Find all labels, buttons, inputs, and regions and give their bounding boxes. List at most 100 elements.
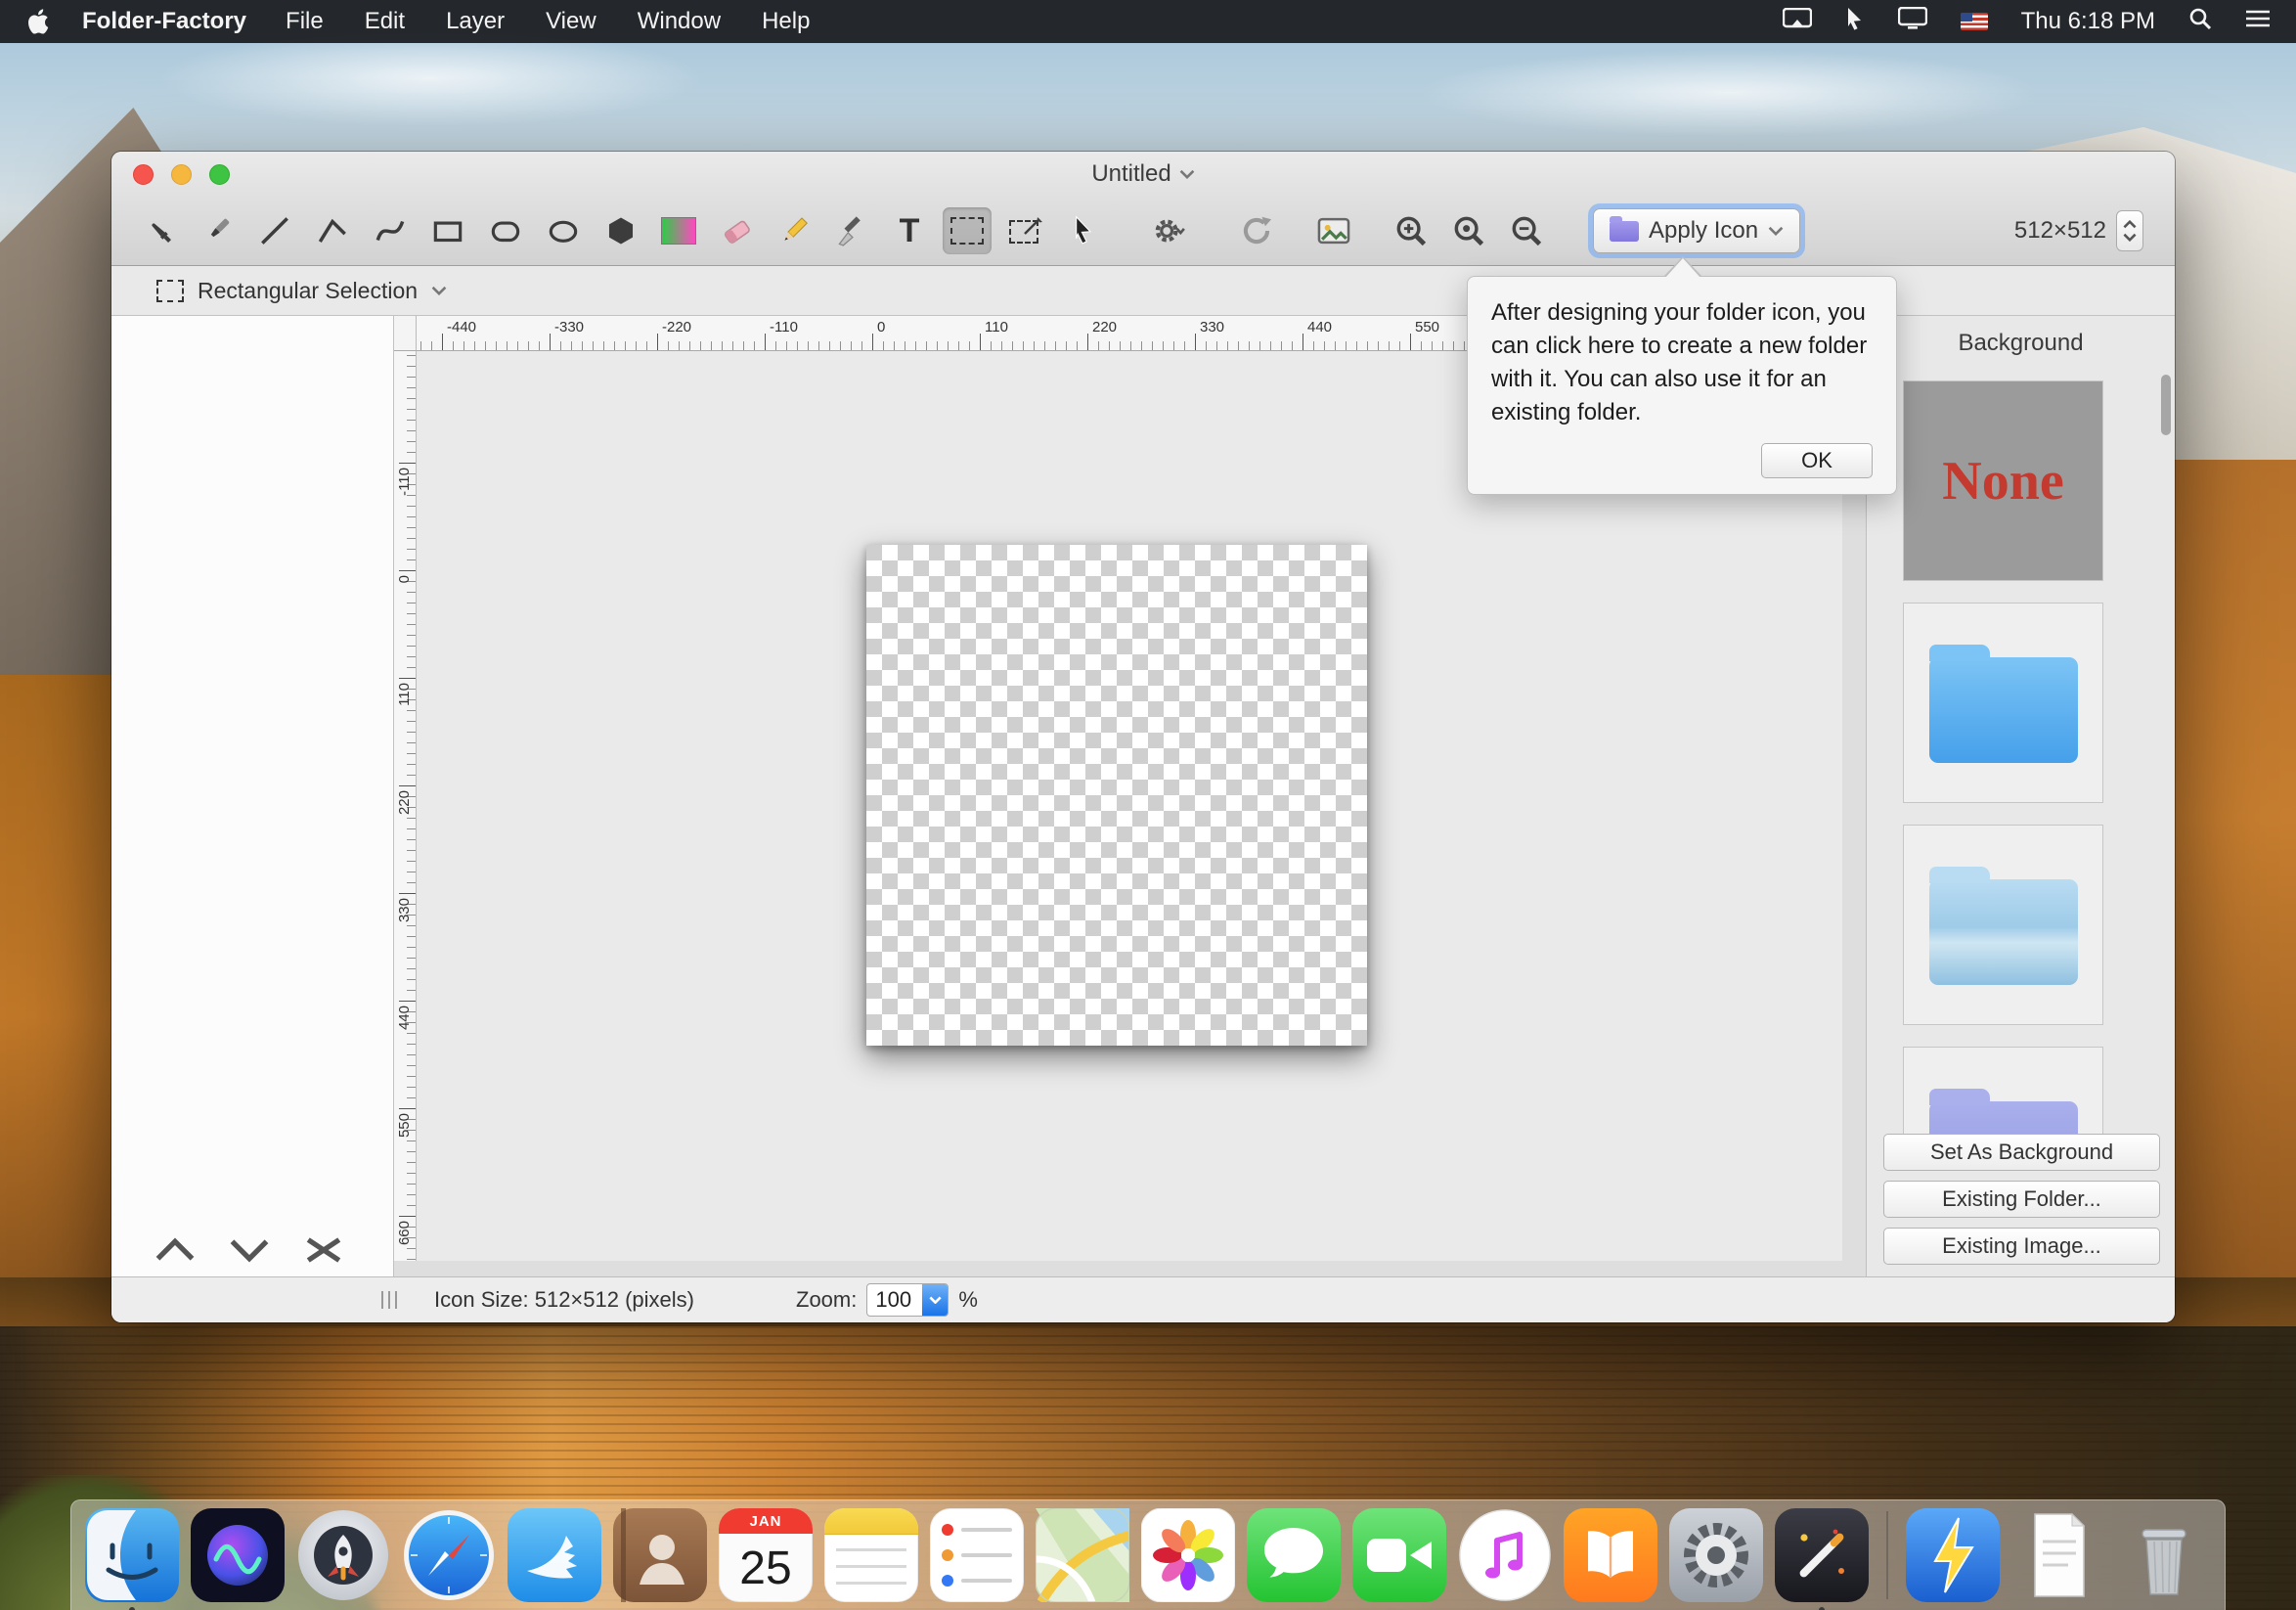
curve-tool[interactable]: [366, 207, 415, 254]
layers-panel[interactable]: [111, 316, 394, 1276]
pointer-icon[interactable]: [1845, 7, 1865, 37]
icon-size-control[interactable]: 512×512: [2014, 210, 2143, 251]
line-tool[interactable]: [250, 207, 299, 254]
menu-layer[interactable]: Layer: [446, 8, 505, 35]
dock-photos[interactable]: [1141, 1508, 1235, 1602]
knife-tool[interactable]: [827, 207, 876, 254]
background-thumb-image-folder[interactable]: [1903, 825, 2103, 1025]
window-title-menu[interactable]: Untitled: [1091, 160, 1194, 188]
move-up-button[interactable]: [155, 1235, 196, 1265]
existing-folder-button[interactable]: Existing Folder...: [1883, 1181, 2160, 1218]
status-bar: Icon Size: 512×512 (pixels) Zoom: 100 %: [111, 1276, 2175, 1322]
icon-size-value: 512×512: [2014, 217, 2106, 245]
menu-file[interactable]: File: [286, 8, 324, 35]
dock-safari[interactable]: [402, 1508, 496, 1602]
monitor-icon[interactable]: [1898, 7, 1927, 37]
ellipse-tool[interactable]: [539, 207, 588, 254]
dock: JAN 25: [70, 1499, 2226, 1610]
zoom-window-button[interactable]: [209, 164, 230, 185]
polygon-tool[interactable]: [596, 207, 645, 254]
traffic-lights: [133, 152, 230, 197]
brush-tool[interactable]: [193, 207, 242, 254]
dock-facetime[interactable]: [1352, 1508, 1446, 1602]
dock-maps[interactable]: [1036, 1508, 1129, 1602]
dock-messages[interactable]: [1247, 1508, 1341, 1602]
menu-view[interactable]: View: [546, 8, 596, 35]
eraser-tool[interactable]: [712, 207, 761, 254]
dock-mail[interactable]: [508, 1508, 601, 1602]
ruler-left: -1100110220330440550660: [394, 351, 417, 1261]
dock-ibooks[interactable]: [1564, 1508, 1657, 1602]
chevron-up-icon: [2123, 220, 2137, 229]
arrow-tool[interactable]: [1058, 207, 1107, 254]
pencil-tool[interactable]: [770, 207, 818, 254]
dock-folder-factory[interactable]: [1775, 1508, 1869, 1602]
menu-bar-status-area: Thu 6:18 PM: [1783, 7, 2296, 37]
zoom-out-button[interactable]: [1502, 207, 1551, 254]
screen: Folder-Factory File Edit Layer View Wind…: [0, 0, 2296, 1610]
tooltip-ok-button[interactable]: OK: [1761, 443, 1873, 478]
rect-select-tool[interactable]: [943, 207, 992, 254]
menu-help[interactable]: Help: [762, 8, 810, 35]
dock-contacts[interactable]: [613, 1508, 707, 1602]
set-as-background-button[interactable]: Set As Background: [1883, 1134, 2160, 1171]
menu-window[interactable]: Window: [638, 8, 721, 35]
menu-edit[interactable]: Edit: [365, 8, 405, 35]
eyedropper-tool[interactable]: [135, 207, 184, 254]
polyline-tool[interactable]: [308, 207, 357, 254]
window-chrome: Untitled: [111, 152, 2175, 266]
dock-reminders[interactable]: [930, 1508, 1024, 1602]
dock-itunes[interactable]: [1458, 1508, 1552, 1602]
dock-lightning[interactable]: [1906, 1508, 2000, 1602]
app-menu-title[interactable]: Folder-Factory: [82, 8, 246, 35]
rotate-button[interactable]: [1232, 207, 1281, 254]
apply-icon-label: Apply Icon: [1649, 217, 1758, 245]
dock-system-preferences[interactable]: [1669, 1508, 1763, 1602]
minimize-button[interactable]: [171, 164, 192, 185]
zoom-value[interactable]: 100: [867, 1284, 922, 1316]
background-thumb-none[interactable]: None: [1903, 380, 2103, 581]
dock-notes[interactable]: [824, 1508, 918, 1602]
text-tool[interactable]: T: [885, 207, 934, 254]
magic-select-tool[interactable]: [1000, 207, 1049, 254]
delete-button[interactable]: [303, 1235, 344, 1265]
background-thumb-blue-folder[interactable]: [1903, 603, 2103, 803]
display-mirroring-icon[interactable]: [1783, 8, 1812, 36]
dock-finder[interactable]: [85, 1508, 179, 1602]
existing-image-button[interactable]: Existing Image...: [1883, 1228, 2160, 1265]
splitter-handle[interactable]: [381, 1291, 397, 1309]
percent-label: %: [958, 1287, 978, 1313]
panel-scrollbar[interactable]: [2161, 375, 2171, 435]
rectangle-tool[interactable]: [423, 207, 472, 254]
menu-bar-clock[interactable]: Thu 6:18 PM: [2021, 8, 2155, 35]
dock-siri[interactable]: [191, 1508, 285, 1602]
spotlight-search-icon[interactable]: [2188, 7, 2212, 37]
zoom-actual-button[interactable]: [1444, 207, 1493, 254]
notification-center-icon[interactable]: [2245, 8, 2271, 36]
zoom-input[interactable]: 100: [866, 1283, 949, 1317]
close-button[interactable]: [133, 164, 154, 185]
gradient-swatch[interactable]: [654, 207, 703, 254]
move-down-button[interactable]: [229, 1235, 270, 1265]
rounded-rect-tool[interactable]: [481, 207, 530, 254]
gear-menu[interactable]: [1145, 207, 1194, 254]
dock-document[interactable]: [2011, 1508, 2105, 1602]
size-stepper[interactable]: [2116, 210, 2143, 251]
background-thumbnails: None: [1903, 380, 2103, 1134]
background-thumb-purple-folder[interactable]: [1903, 1047, 2103, 1134]
zoom-label: Zoom:: [796, 1287, 857, 1313]
us-flag-input-icon[interactable]: [1961, 13, 1988, 30]
apply-icon-button[interactable]: Apply Icon: [1593, 208, 1800, 253]
zoom-in-button[interactable]: [1387, 207, 1435, 254]
apple-menu[interactable]: [27, 9, 49, 34]
selection-mode-icon: [156, 280, 184, 302]
title-bar[interactable]: Untitled: [111, 152, 2175, 197]
chevron-down-icon: [1768, 226, 1784, 236]
zoom-dropdown-button[interactable]: [922, 1284, 948, 1316]
dock-calendar[interactable]: JAN 25: [719, 1508, 813, 1602]
image-button[interactable]: [1309, 207, 1358, 254]
dock-trash[interactable]: [2117, 1508, 2211, 1602]
image-folder-icon: [1929, 879, 2078, 985]
dock-launchpad[interactable]: [296, 1508, 390, 1602]
icon-canvas-transparent[interactable]: [866, 545, 1367, 1046]
